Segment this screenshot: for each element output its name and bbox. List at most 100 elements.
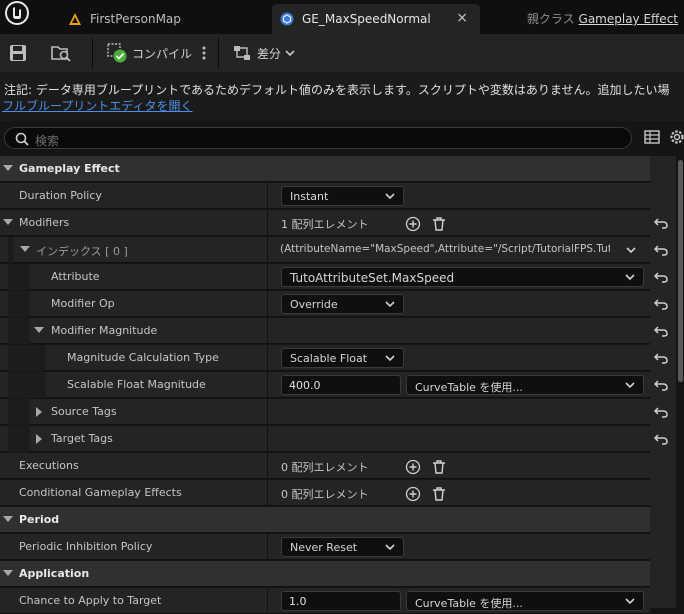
property-label: Magnitude Calculation Type <box>67 351 219 364</box>
reset-to-default-icon[interactable] <box>654 244 668 256</box>
add-element-icon[interactable] <box>405 486 421 502</box>
reset-to-default-icon[interactable] <box>654 271 668 283</box>
column-splitter[interactable] <box>267 426 268 452</box>
collapse-arrow-icon[interactable] <box>34 327 44 333</box>
search-input[interactable]: 検索 <box>4 127 632 149</box>
category-label: Period <box>19 513 60 526</box>
property-label: Attribute <box>51 270 100 283</box>
property-label: Chance to Apply to Target <box>19 594 162 607</box>
collapse-arrow-icon[interactable] <box>3 165 13 171</box>
struct-summary: (AttributeName="MaxSpeed",Attribute="/Sc… <box>280 243 610 255</box>
dropdown-value: Never Reset <box>290 541 358 554</box>
chevron-down-icon <box>625 274 635 281</box>
column-splitter[interactable] <box>267 588 268 614</box>
kebab-menu-icon <box>202 46 206 60</box>
column-splitter[interactable] <box>267 318 268 344</box>
chevron-down-icon <box>625 382 635 389</box>
collapse-arrow-icon[interactable] <box>3 570 13 576</box>
trash-icon[interactable] <box>431 459 447 475</box>
diff-icon <box>234 46 250 60</box>
chevron-down-icon[interactable] <box>626 246 636 254</box>
input-value: 400.0 <box>289 379 321 392</box>
parent-class: 親クラス Gameplay Effect <box>527 10 678 27</box>
tab-first-person-map[interactable]: FirstPersonMap <box>58 4 266 34</box>
property-modifiers: Modifiers 1 配列エレメント <box>0 210 650 236</box>
trash-icon[interactable] <box>431 486 447 502</box>
save-button[interactable] <box>8 40 28 66</box>
category-label: Application <box>19 567 90 580</box>
category-label: Gameplay Effect <box>19 162 120 175</box>
column-splitter[interactable] <box>267 372 268 398</box>
column-splitter[interactable] <box>267 399 268 425</box>
property-label: Duration Policy <box>19 189 102 202</box>
chance-input[interactable]: 1.0 <box>281 591 401 611</box>
column-splitter[interactable] <box>267 480 268 506</box>
table-view-icon[interactable] <box>644 129 660 145</box>
diff-label: 差分 <box>257 46 282 61</box>
column-splitter[interactable] <box>267 345 268 371</box>
scrollbar-thumb[interactable] <box>678 160 683 382</box>
reset-to-default-icon[interactable] <box>654 298 668 310</box>
modifier-op-dropdown[interactable]: Override <box>281 294 404 314</box>
tab-label: GE_MaxSpeedNormal <box>302 12 431 26</box>
property-label: インデックス [ 0 ] <box>36 245 128 258</box>
more-options-button[interactable] <box>201 40 207 66</box>
indent-guide <box>8 399 30 425</box>
reset-to-default-icon[interactable] <box>654 352 668 364</box>
add-element-icon[interactable] <box>405 459 421 475</box>
column-splitter[interactable] <box>267 453 268 479</box>
category-application[interactable]: Application <box>0 561 650 587</box>
parent-class-link[interactable]: Gameplay Effect <box>579 12 678 26</box>
column-splitter[interactable] <box>267 291 268 317</box>
duration-policy-dropdown[interactable]: Instant <box>281 186 404 206</box>
category-period[interactable]: Period <box>0 507 650 533</box>
notice-text: 注記: データ専用ブループリントであるためデフォルト値のみを表示します。スクリプ… <box>4 83 670 97</box>
chevron-down-icon <box>285 50 295 57</box>
dropdown-value: CurveTable を使用... <box>415 381 523 394</box>
tab-ge-max-speed-normal[interactable]: GE_MaxSpeedNormal × <box>272 4 480 34</box>
chevron-down-icon <box>385 193 395 200</box>
save-icon <box>10 45 26 61</box>
property-source-tags: Source Tags <box>0 399 650 425</box>
magnitude-calculation-type-dropdown[interactable]: Scalable Float <box>281 348 404 368</box>
expand-arrow-icon[interactable] <box>36 407 42 417</box>
reset-to-default-icon[interactable] <box>654 379 668 391</box>
tab-label: FirstPersonMap <box>90 12 181 26</box>
periodic-inhibition-policy-dropdown[interactable]: Never Reset <box>281 537 404 557</box>
diff-button[interactable]: 差分 <box>232 40 295 66</box>
collapse-arrow-icon[interactable] <box>3 516 13 522</box>
scalable-float-input[interactable]: 400.0 <box>281 375 401 395</box>
unreal-logo-icon[interactable] <box>2 0 32 30</box>
curve-table-dropdown[interactable]: CurveTable を使用... <box>406 375 644 395</box>
column-splitter[interactable] <box>267 183 268 209</box>
property-label: Scalable Float Magnitude <box>67 378 206 391</box>
trash-icon[interactable] <box>431 216 447 232</box>
collapse-arrow-icon[interactable] <box>3 219 13 225</box>
chevron-down-icon <box>385 301 395 308</box>
add-element-icon[interactable] <box>405 216 421 232</box>
expand-arrow-icon[interactable] <box>36 434 42 444</box>
reset-to-default-icon[interactable] <box>654 406 668 418</box>
close-tab-icon[interactable]: × <box>456 10 468 26</box>
compile-button[interactable]: コンパイル <box>106 40 192 66</box>
toolbar: コンパイル 差分 <box>0 34 684 73</box>
property-label: Modifier Op <box>51 297 115 310</box>
column-splitter[interactable] <box>267 210 268 236</box>
column-splitter[interactable] <box>267 264 268 290</box>
property-label: Source Tags <box>51 405 117 418</box>
attribute-dropdown[interactable]: TutoAttributeSet.MaxSpeed <box>281 267 644 287</box>
gear-icon[interactable] <box>668 128 684 146</box>
column-splitter[interactable] <box>267 534 268 560</box>
category-gameplay-effect[interactable]: Gameplay Effect <box>0 156 650 182</box>
collapse-arrow-icon[interactable] <box>20 246 30 252</box>
dropdown-value: CurveTable を使用... <box>415 597 523 610</box>
reset-to-default-icon[interactable] <box>654 433 668 445</box>
curve-table-dropdown[interactable]: CurveTable を使用... <box>406 591 644 611</box>
property-label: Modifiers <box>19 216 70 229</box>
reset-to-default-icon[interactable] <box>654 217 668 229</box>
browse-button[interactable] <box>50 40 72 66</box>
open-full-editor-link[interactable]: フルブループリントエディタを開く <box>2 97 192 114</box>
details-panel: Gameplay Effect Duration Policy Instant … <box>0 156 676 614</box>
reset-to-default-icon[interactable] <box>654 325 668 337</box>
column-splitter[interactable] <box>267 237 268 263</box>
